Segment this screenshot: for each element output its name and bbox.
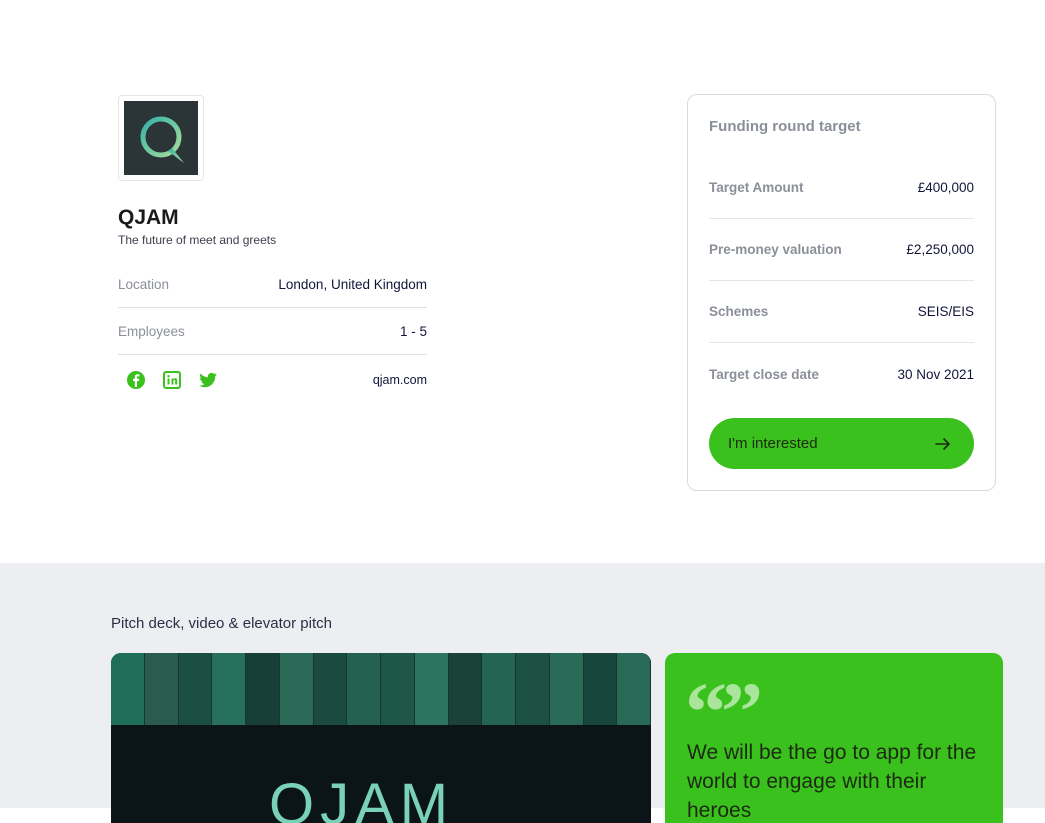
employees-row: Employees 1 - 5 bbox=[118, 308, 427, 355]
video-title-wordmark: QJAM bbox=[269, 772, 455, 823]
row-label: Target close date bbox=[709, 366, 820, 382]
close-date-row: Target close date 30 Nov 2021 bbox=[709, 343, 974, 405]
company-tagline: The future of meet and greets bbox=[118, 233, 277, 247]
row-value: 30 Nov 2021 bbox=[897, 366, 974, 382]
employees-label: Employees bbox=[118, 323, 185, 339]
interested-button[interactable]: I'm interested bbox=[709, 418, 974, 469]
company-overview: QJAM The future of meet and greets Locat… bbox=[0, 0, 1045, 563]
twitter-icon[interactable] bbox=[198, 370, 218, 390]
valuation-row: Pre-money valuation £2,250,000 bbox=[709, 219, 974, 281]
row-label: Pre-money valuation bbox=[709, 242, 842, 257]
facebook-icon[interactable] bbox=[126, 370, 146, 390]
location-label: Location bbox=[118, 276, 170, 292]
pitch-video[interactable]: QJAM bbox=[111, 653, 651, 823]
row-label: Schemes bbox=[709, 304, 769, 319]
company-logo bbox=[118, 95, 204, 181]
elevator-pitch-quote: We will be the go to app for the world t… bbox=[687, 741, 977, 822]
row-value: £400,000 bbox=[917, 180, 974, 195]
funding-title: Funding round target bbox=[709, 118, 861, 135]
location-row: Location London, United Kingdom bbox=[118, 261, 427, 308]
company-name: QJAM bbox=[118, 206, 179, 229]
row-label: Target Amount bbox=[709, 180, 804, 195]
funding-card: Funding round target Target Amount £400,… bbox=[687, 94, 996, 491]
location-value: London, United Kingdom bbox=[278, 276, 427, 292]
social-links bbox=[126, 370, 218, 390]
pitch-section-title: Pitch deck, video & elevator pitch bbox=[111, 615, 332, 632]
elevator-pitch-card: “” We will be the go to app for the worl… bbox=[665, 653, 1003, 823]
q-logo-icon bbox=[140, 116, 184, 163]
linkedin-icon[interactable] bbox=[162, 370, 182, 390]
website-link[interactable]: qjam.com bbox=[373, 373, 427, 387]
row-value: £2,250,000 bbox=[906, 242, 974, 257]
arrow-right-icon bbox=[935, 437, 950, 450]
row-value: SEIS/EIS bbox=[917, 304, 974, 319]
target-amount-row: Target Amount £400,000 bbox=[709, 157, 974, 219]
pitch-section: Pitch deck, video & elevator pitch QJAM … bbox=[0, 563, 1045, 823]
schemes-row: Schemes SEIS/EIS bbox=[709, 281, 974, 343]
logo-mark bbox=[124, 101, 198, 175]
interested-button-label: I'm interested bbox=[728, 435, 818, 452]
employees-value: 1 - 5 bbox=[399, 323, 427, 339]
video-thumbnail-strip bbox=[111, 653, 651, 725]
